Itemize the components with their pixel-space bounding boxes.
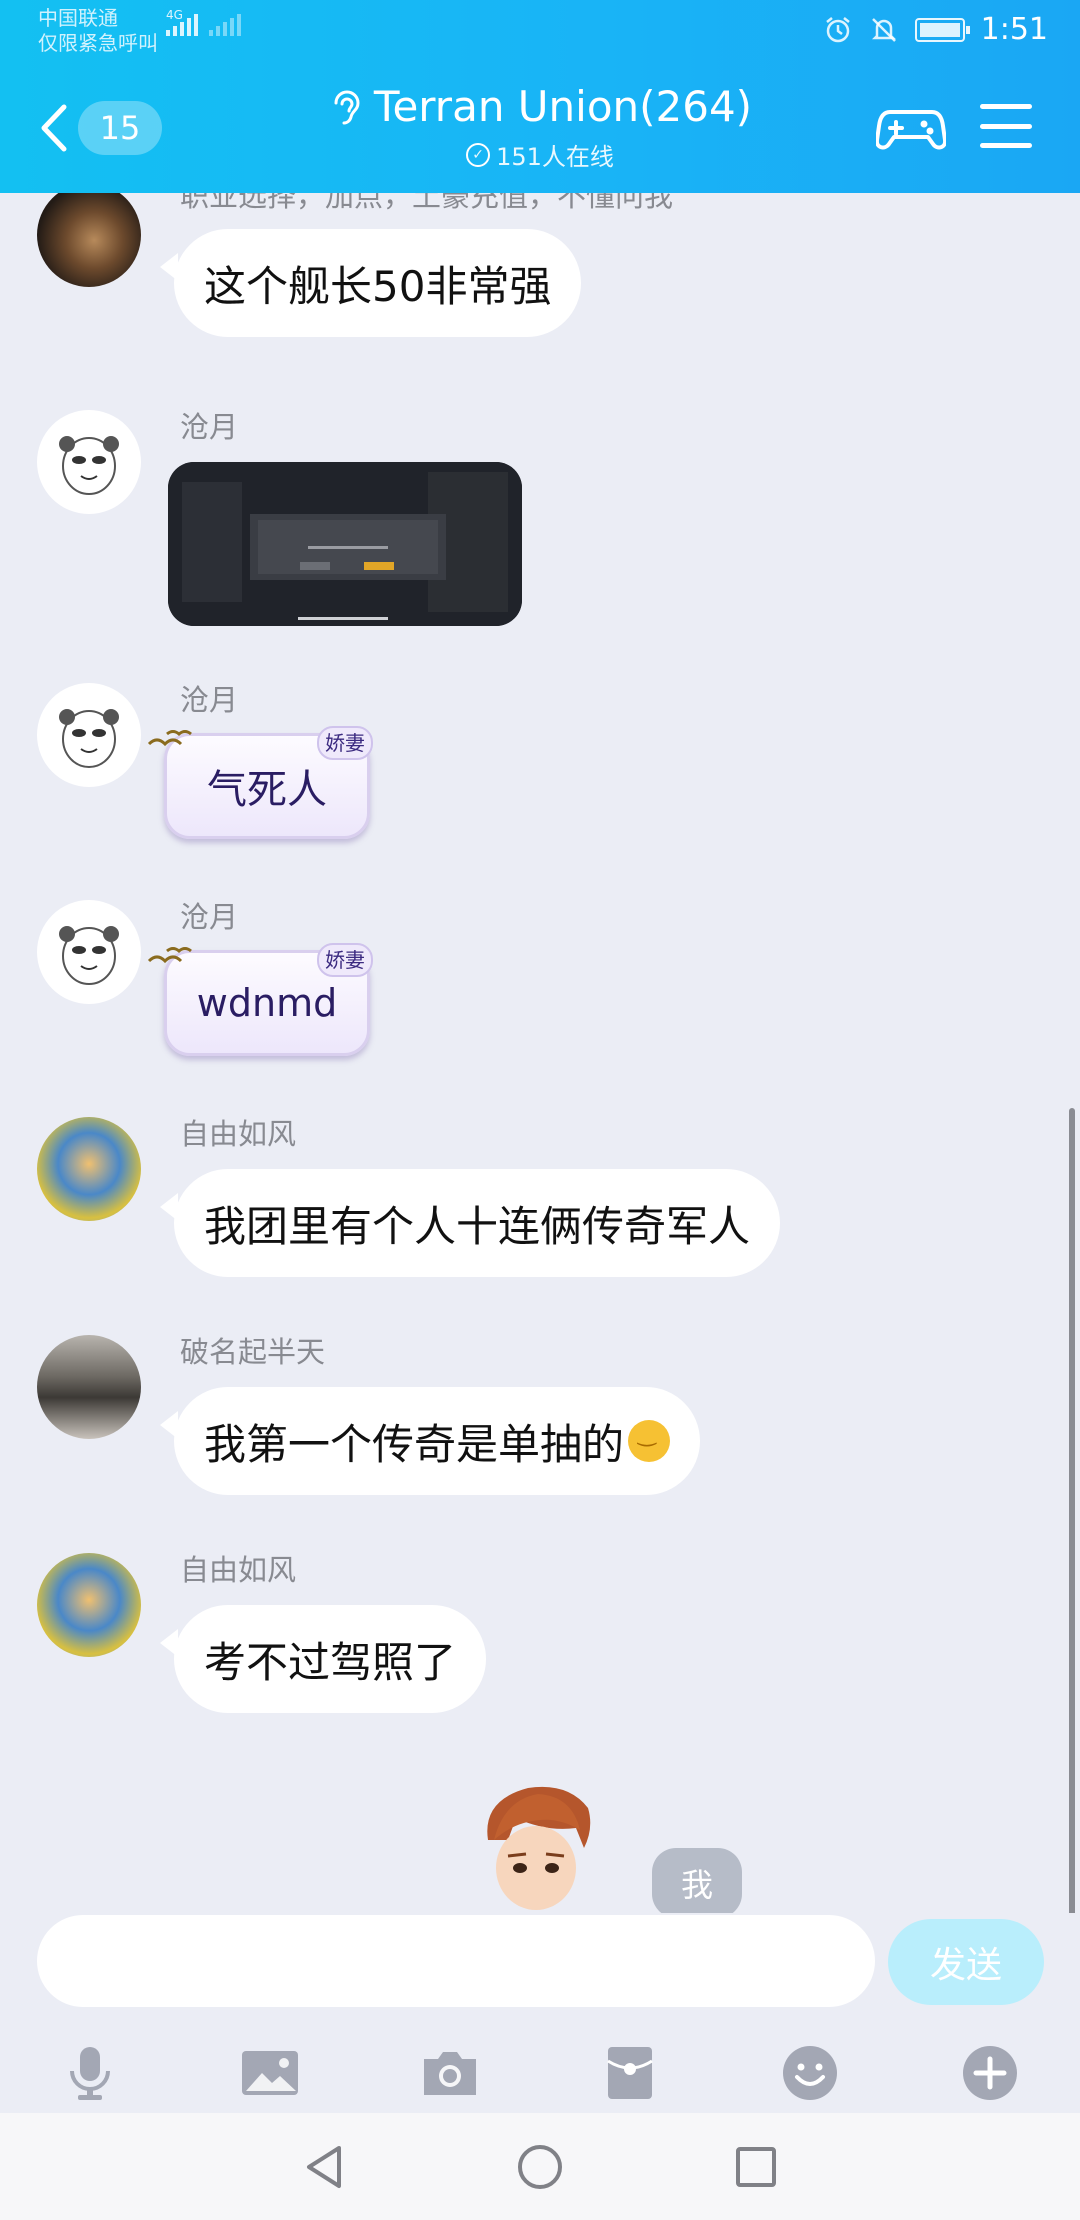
network-type: 4G xyxy=(166,8,183,22)
panda-face-icon xyxy=(59,709,119,768)
menu-line xyxy=(980,104,1032,109)
message-bubble[interactable]: 我团里有个人十连俩传奇军人 xyxy=(159,1169,781,1277)
red-packet-icon xyxy=(607,2047,653,2099)
recents-square-icon xyxy=(736,2147,776,2187)
back-triangle-icon xyxy=(307,2146,341,2188)
emoji-icon xyxy=(783,2046,837,2100)
scrollbar[interactable] xyxy=(1069,1108,1075,1913)
mic-button[interactable] xyxy=(50,2033,130,2113)
message-list[interactable]: 职业选择，加点，土豪充值，不懂问我 这个舰长50非常强 沧月 沧月 气死人 娇妻… xyxy=(0,193,1080,1913)
emoji-button[interactable] xyxy=(770,2033,850,2113)
avatar-cat[interactable] xyxy=(37,193,141,287)
gamepad-icon xyxy=(874,110,948,150)
sticker-text: 气死人 xyxy=(207,767,327,813)
nav-home-button[interactable] xyxy=(508,2135,572,2199)
sender-name: 沧月 xyxy=(180,900,239,934)
message-bubble[interactable]: 我第一个传奇是单抽的 xyxy=(159,1387,701,1495)
sender-name: 自由如风 xyxy=(180,1117,297,1151)
menu-line xyxy=(980,123,1032,129)
avatar-panda[interactable] xyxy=(37,900,141,1004)
nav-recents-button[interactable] xyxy=(724,2135,788,2199)
avatar-panda[interactable] xyxy=(37,410,141,514)
home-circle-icon xyxy=(518,2145,562,2189)
carrier-sub: 仅限紧急呼叫 xyxy=(38,31,158,55)
message-bubble[interactable]: 这个舰长50非常强 xyxy=(159,229,582,337)
sender-name: 沧月 xyxy=(180,683,239,717)
chat-header: 中国联通 仅限紧急呼叫 4G 1:51 15 Terran Union(264)… xyxy=(0,0,1080,193)
battery-icon xyxy=(914,17,970,42)
composer-toolbar xyxy=(0,2033,1080,2113)
plus-button[interactable] xyxy=(950,2033,1030,2113)
sender-name: 沧月 xyxy=(180,410,239,444)
gamepad-button[interactable] xyxy=(874,98,948,158)
nav-back-button[interactable] xyxy=(292,2135,356,2199)
panda-face-icon xyxy=(59,436,119,495)
sticker-tag: 娇妻 xyxy=(317,943,373,977)
sender-name: 自由如风 xyxy=(180,1553,297,1587)
game-screenshot-image xyxy=(168,462,522,626)
carrier-info: 中国联通 仅限紧急呼叫 xyxy=(38,6,158,56)
red-packet-button[interactable] xyxy=(590,2033,670,2113)
camera-button[interactable] xyxy=(410,2033,490,2113)
ear-icon xyxy=(334,90,360,124)
message-image[interactable] xyxy=(168,462,522,626)
send-button[interactable]: 发送 xyxy=(888,1919,1044,2005)
shy-emoji-icon xyxy=(628,1420,671,1462)
sticker-text: wdnmd xyxy=(196,981,338,1025)
avatar-cartoon[interactable] xyxy=(37,1553,141,1657)
menu-line xyxy=(980,143,1032,148)
sticker-tag: 娇妻 xyxy=(317,726,373,760)
message-bubble[interactable]: 考不过驾照了 xyxy=(159,1605,487,1713)
alarm-icon xyxy=(825,16,850,42)
plus-icon xyxy=(963,2046,1017,2100)
image-icon xyxy=(242,2051,298,2095)
status-right: 1:51 xyxy=(823,12,1048,47)
menu-button[interactable] xyxy=(980,104,1032,148)
system-nav-bar xyxy=(0,2113,1080,2220)
online-count: 151人在线 xyxy=(496,143,614,171)
sender-name: 破名起半天 xyxy=(180,1335,326,1369)
sticker-bubble[interactable]: 气死人 娇妻 xyxy=(147,726,373,839)
composer: 发送 xyxy=(0,1913,1080,2113)
panda-face-icon xyxy=(59,926,119,985)
bell-off-icon xyxy=(871,17,896,42)
avatar-panda[interactable] xyxy=(37,683,141,787)
mic-icon xyxy=(70,2047,110,2100)
online-check-icon: ✓ xyxy=(466,142,491,167)
carrier-name: 中国联通 xyxy=(38,6,118,30)
message-input[interactable] xyxy=(37,1915,875,2007)
birds-icon xyxy=(147,947,192,964)
camera-icon xyxy=(424,2052,476,2095)
birds-icon xyxy=(147,730,192,747)
my-avatar[interactable] xyxy=(468,1780,604,1910)
avatar-cartoon[interactable] xyxy=(37,1117,141,1221)
image-button[interactable] xyxy=(230,2033,310,2113)
my-message-bubble[interactable]: 我 xyxy=(652,1848,742,1913)
message-text: 我第一个传奇是单抽的 xyxy=(204,1419,625,1469)
sender-name: 职业选择，加点，土豪充值，不懂问我 xyxy=(180,193,674,213)
status-time: 1:51 xyxy=(980,12,1048,47)
sticker-bubble[interactable]: wdnmd 娇妻 xyxy=(147,943,373,1056)
page-title: Terran Union(264) xyxy=(373,82,753,131)
signal-icon: 4G xyxy=(166,8,241,36)
avatar-tank[interactable] xyxy=(37,1335,141,1439)
